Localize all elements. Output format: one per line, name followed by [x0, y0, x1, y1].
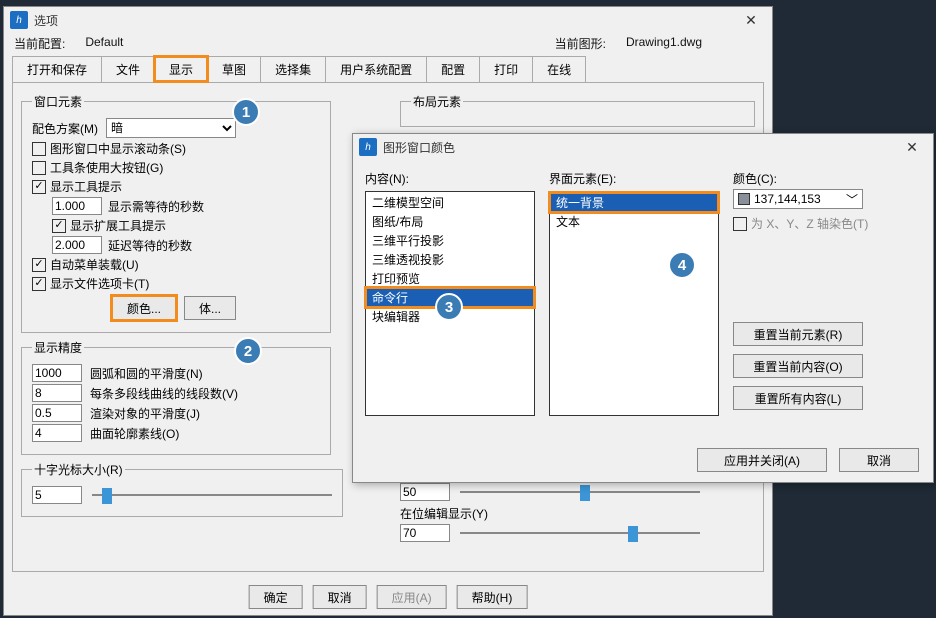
colors-button[interactable]: 颜色...	[112, 296, 176, 320]
tint-xyz-label: 为 X、Y、Z 轴染色(T)	[751, 215, 868, 232]
tab-profiles[interactable]: 配置	[426, 56, 480, 82]
display-accuracy-group: 显示精度 圆弧和圆的平滑度(N) 每条多段线曲线的线段数(V) 渲染对象的平滑度…	[21, 339, 331, 455]
layout-slider-b[interactable]	[460, 524, 700, 542]
tab-sketch[interactable]: 草图	[207, 56, 261, 82]
color-swatch-icon	[738, 193, 750, 205]
fonts-button[interactable]: 体...	[184, 296, 236, 320]
checkbox-large-buttons[interactable]	[32, 161, 46, 175]
badge-2: 2	[234, 337, 262, 365]
tab-file[interactable]: 文件	[101, 56, 155, 82]
color-value: 137,144,153	[754, 192, 821, 206]
color-scheme-select[interactable]: 暗	[106, 118, 236, 138]
color-label: 颜色(C):	[733, 172, 777, 186]
options-title: 选项	[34, 12, 736, 29]
list-item-uniform-bg[interactable]: 统一背景	[550, 193, 718, 212]
list-item[interactable]: 打印预览	[366, 269, 534, 288]
layout-slider-b-input[interactable]	[400, 524, 450, 542]
arc-smooth-input[interactable]	[32, 364, 82, 382]
file-tabs-label: 显示文件选项卡(T)	[50, 275, 149, 292]
apply-close-button[interactable]: 应用并关闭(A)	[697, 448, 827, 472]
checkbox-ext-tooltips[interactable]	[52, 219, 66, 233]
tab-bar: 打开和保存 文件 显示 草图 选择集 用户系统配置 配置 打印 在线	[4, 56, 772, 82]
apply-button[interactable]: 应用(A)	[377, 585, 447, 609]
checkbox-auto-menu[interactable]	[32, 258, 46, 272]
checkbox-scrollbars[interactable]	[32, 142, 46, 156]
content-label: 内容(N):	[365, 170, 535, 187]
layout-elements-legend: 布局元素	[411, 93, 463, 110]
tab-print[interactable]: 打印	[479, 56, 533, 82]
render-smooth-label: 渲染对象的平滑度(J)	[90, 405, 200, 422]
tooltips-label: 显示工具提示	[50, 178, 122, 195]
color-scheme-label: 配色方案(M)	[32, 120, 98, 137]
close-icon[interactable]: ✕	[736, 10, 766, 30]
large-buttons-label: 工具条使用大按钮(G)	[50, 159, 163, 176]
list-item[interactable]: 三维透视投影	[366, 250, 534, 269]
help-button[interactable]: 帮助(H)	[457, 585, 528, 609]
colors-title: 图形窗口颜色	[383, 139, 897, 156]
scrollbars-label: 图形窗口中显示滚动条(S)	[50, 140, 186, 157]
crosshair-slider[interactable]	[92, 486, 332, 504]
current-drawing-label: 当前图形:	[555, 35, 606, 52]
list-item[interactable]: 三维平行投影	[366, 231, 534, 250]
current-drawing-value: Drawing1.dwg	[626, 35, 702, 52]
surface-lines-input[interactable]	[32, 424, 82, 442]
display-accuracy-legend: 显示精度	[32, 339, 84, 356]
crosshair-group: 十字光标大小(R)	[21, 461, 343, 517]
window-elements-group: 窗口元素 配色方案(M) 暗 图形窗口中显示滚动条(S) 工具条使用大按钮(G)…	[21, 93, 331, 333]
layout-slider-a-input[interactable]	[400, 483, 450, 501]
list-item[interactable]: 图纸/布局	[366, 212, 534, 231]
ext-delay-input[interactable]	[52, 236, 102, 254]
inplace-edit-label: 在位编辑显示(Y)	[400, 505, 488, 522]
badge-3: 3	[435, 293, 463, 321]
layout-elements-group: 布局元素	[400, 93, 755, 127]
colors-cancel-button[interactable]: 取消	[839, 448, 919, 472]
window-elements-legend: 窗口元素	[32, 93, 84, 110]
list-item[interactable]: 二维模型空间	[366, 193, 534, 212]
element-label: 界面元素(E):	[549, 170, 719, 187]
crosshair-input[interactable]	[32, 486, 82, 504]
layout-slider-a[interactable]	[460, 483, 700, 501]
element-listbox[interactable]: 统一背景 文本	[549, 191, 719, 416]
info-row: 当前配置: Default 当前图形: Drawing1.dwg	[4, 33, 772, 56]
badge-4: 4	[668, 251, 696, 279]
tab-display[interactable]: 显示	[154, 56, 208, 82]
dialog-button-row: 确定 取消 应用(A) 帮助(H)	[249, 585, 528, 609]
tab-online[interactable]: 在线	[532, 56, 586, 82]
arc-smooth-label: 圆弧和圆的平滑度(N)	[90, 365, 203, 382]
tooltip-delay-input[interactable]	[52, 197, 102, 215]
crosshair-legend: 十字光标大小(R)	[32, 461, 125, 478]
ext-tooltips-label: 显示扩展工具提示	[70, 217, 166, 234]
color-select[interactable]: 137,144,153 ﹀	[733, 189, 863, 209]
tab-open-save[interactable]: 打开和保存	[12, 56, 102, 82]
colors-titlebar: h 图形窗口颜色 ✕	[353, 134, 933, 160]
chevron-down-icon: ﹀	[846, 191, 858, 208]
tab-user-prefs[interactable]: 用户系统配置	[325, 56, 427, 82]
tab-selection[interactable]: 选择集	[260, 56, 326, 82]
reset-all-button[interactable]: 重置所有内容(L)	[733, 386, 863, 410]
ext-delay-label: 延迟等待的秒数	[108, 237, 192, 254]
reset-content-button[interactable]: 重置当前内容(O)	[733, 354, 863, 378]
surface-lines-label: 曲面轮廓素线(O)	[90, 425, 179, 442]
reset-element-button[interactable]: 重置当前元素(R)	[733, 322, 863, 346]
ok-button[interactable]: 确定	[249, 585, 303, 609]
badge-1: 1	[232, 98, 260, 126]
tooltip-delay-label: 显示需等待的秒数	[108, 198, 204, 215]
app-icon: h	[359, 138, 377, 156]
checkbox-file-tabs[interactable]	[32, 277, 46, 291]
app-icon: h	[10, 11, 28, 29]
colors-body: 内容(N): 二维模型空间 图纸/布局 三维平行投影 三维透视投影 打印预览 命…	[353, 160, 933, 482]
close-icon[interactable]: ✕	[897, 137, 927, 157]
polyline-segs-input[interactable]	[32, 384, 82, 402]
colors-button-row: 应用并关闭(A) 取消	[697, 448, 919, 472]
checkbox-tooltips[interactable]	[32, 180, 46, 194]
auto-menu-label: 自动菜单装载(U)	[50, 256, 139, 273]
checkbox-tint-xyz[interactable]	[733, 217, 747, 231]
cancel-button[interactable]: 取消	[313, 585, 367, 609]
list-item[interactable]: 文本	[550, 212, 718, 231]
polyline-segs-label: 每条多段线曲线的线段数(V)	[90, 385, 238, 402]
options-titlebar: h 选项 ✕	[4, 7, 772, 33]
current-profile-label: 当前配置:	[14, 35, 65, 52]
render-smooth-input[interactable]	[32, 404, 82, 422]
current-profile-value: Default	[85, 35, 123, 52]
